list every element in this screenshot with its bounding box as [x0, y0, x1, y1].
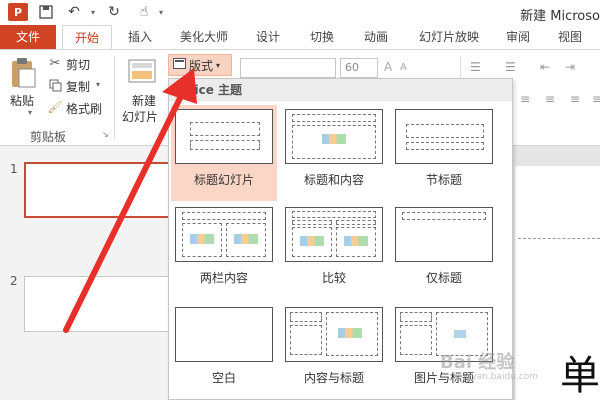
- layout-thumbnail: [175, 307, 273, 362]
- shrink-font-icon[interactable]: A: [400, 62, 407, 73]
- new-slide-icon[interactable]: [128, 58, 158, 86]
- cut-button[interactable]: 剪切: [66, 56, 90, 73]
- grow-font-icon[interactable]: A: [384, 60, 392, 74]
- tab-design[interactable]: 设计: [246, 25, 290, 49]
- layout-label: 空白: [211, 371, 236, 385]
- slide-thumbnail-2[interactable]: [24, 276, 170, 332]
- layout-label: 节标题: [425, 173, 462, 187]
- copy-button[interactable]: 复制: [66, 78, 90, 95]
- font-size-field[interactable]: 60: [340, 58, 378, 78]
- layout-content-caption[interactable]: 内容与标题: [281, 303, 387, 399]
- layout-blank[interactable]: 空白: [171, 303, 277, 399]
- layout-label: 比较: [321, 271, 346, 285]
- undo-dropdown-icon[interactable]: ▾: [88, 3, 98, 21]
- tab-view[interactable]: 视图: [550, 25, 590, 49]
- layout-thumbnail: [285, 207, 383, 262]
- slide-thumbnail-1[interactable]: [24, 162, 170, 218]
- layout-button-label: 版式: [189, 58, 214, 73]
- clipboard-launcher-icon[interactable]: ↘: [102, 130, 109, 139]
- copy-icon: [48, 78, 62, 92]
- layout-title-only[interactable]: 仅标题: [391, 203, 497, 299]
- slide-number: 2: [10, 274, 18, 288]
- layout-section-header[interactable]: 节标题: [391, 105, 497, 201]
- format-painter-button[interactable]: 格式刷: [66, 100, 102, 117]
- new-slide-label[interactable]: 新建: [132, 92, 156, 109]
- tab-slideshow[interactable]: 幻灯片放映: [410, 25, 488, 49]
- layout-thumbnail: [395, 109, 493, 164]
- decrease-indent-icon[interactable]: ⇤: [540, 60, 550, 74]
- increase-indent-icon[interactable]: ⇥: [565, 60, 575, 74]
- tab-insert[interactable]: 插入: [118, 25, 162, 49]
- undo-icon[interactable]: ↶: [64, 3, 84, 21]
- watermark-logo: Bai 经验: [440, 352, 515, 373]
- qat-customize-icon[interactable]: ▾: [156, 3, 166, 21]
- scissors-icon: ✂: [49, 55, 61, 71]
- tab-beautify-master[interactable]: 美化大师: [172, 25, 236, 49]
- new-slide-label-line2[interactable]: 幻灯片: [122, 108, 158, 125]
- tab-home[interactable]: 开始: [62, 25, 112, 50]
- format-painter-icon: 🖌: [47, 100, 63, 114]
- touch-mode-icon[interactable]: ☝: [134, 3, 154, 21]
- layout-thumbnail: [285, 109, 383, 164]
- tab-animations[interactable]: 动画: [354, 25, 398, 49]
- slide-number: 1: [10, 162, 18, 176]
- font-name-field[interactable]: [240, 58, 336, 78]
- layout-two-content[interactable]: 两栏内容: [171, 203, 277, 299]
- bullets-icon[interactable]: ☰: [470, 60, 481, 74]
- layout-thumbnail: [395, 207, 493, 262]
- powerpoint-window: P ↶ ▾ ↻ ☝ ▾ 新建 Microso 文件 开始 插入 美化大师 设计 …: [0, 0, 600, 400]
- tab-transitions[interactable]: 切换: [300, 25, 344, 49]
- ribbon-tabs: 文件 开始 插入 美化大师 设计 切换 动画 幻灯片放映 审阅 视图: [0, 25, 600, 50]
- overlay-character: 单: [560, 353, 600, 399]
- paste-button[interactable]: 粘贴: [10, 92, 34, 109]
- layout-title-content[interactable]: 标题和内容: [281, 105, 387, 201]
- align-left-icon[interactable]: ≡: [520, 92, 530, 106]
- gallery-header: Office 主题: [169, 79, 512, 101]
- font-size-value: 60: [345, 61, 359, 74]
- title-bar: P ↶ ▾ ↻ ☝ ▾ 新建 Microso: [0, 0, 600, 25]
- tab-file[interactable]: 文件: [0, 25, 56, 49]
- watermark-url: jingyan.baidu.com: [455, 372, 539, 382]
- layout-comparison[interactable]: 比较: [281, 203, 387, 299]
- powerpoint-logo-icon: P: [8, 3, 28, 21]
- window-title: 新建 Microso: [520, 9, 600, 24]
- layout-icon: [173, 58, 186, 72]
- copy-dropdown-icon[interactable]: ▾: [96, 80, 100, 89]
- layout-thumbnail: [285, 307, 383, 362]
- numbering-icon[interactable]: ☰: [505, 60, 516, 74]
- save-icon[interactable]: [36, 3, 56, 21]
- layout-label: 仅标题: [425, 271, 462, 285]
- layout-label: 标题幻灯片: [193, 173, 254, 187]
- layout-thumbnail: [175, 207, 273, 262]
- layout-dropdown-icon: ▾: [216, 60, 221, 70]
- layout-label: 标题和内容: [303, 173, 364, 187]
- layout-label: 内容与标题: [303, 371, 364, 385]
- title-placeholder-border: [518, 238, 600, 239]
- justify-icon[interactable]: ≡: [592, 92, 600, 106]
- group-separator: [114, 56, 115, 140]
- paste-icon[interactable]: [8, 56, 38, 90]
- align-center-icon[interactable]: ≡: [545, 92, 555, 106]
- layout-thumbnail: [175, 109, 273, 164]
- tab-review[interactable]: 审阅: [498, 25, 538, 49]
- layout-label: 两栏内容: [199, 271, 248, 285]
- picture-placeholder-icon: [454, 330, 466, 338]
- align-right-icon[interactable]: ≡: [570, 92, 580, 106]
- clipboard-group-label: 剪贴板: [30, 130, 67, 144]
- layout-title-slide[interactable]: 标题幻灯片: [171, 105, 277, 201]
- paste-dropdown-icon[interactable]: ▾: [28, 108, 32, 117]
- slides-panel: 1 2: [0, 146, 170, 400]
- redo-icon[interactable]: ↻: [104, 3, 124, 21]
- layout-button[interactable]: 版式 ▾: [168, 54, 232, 76]
